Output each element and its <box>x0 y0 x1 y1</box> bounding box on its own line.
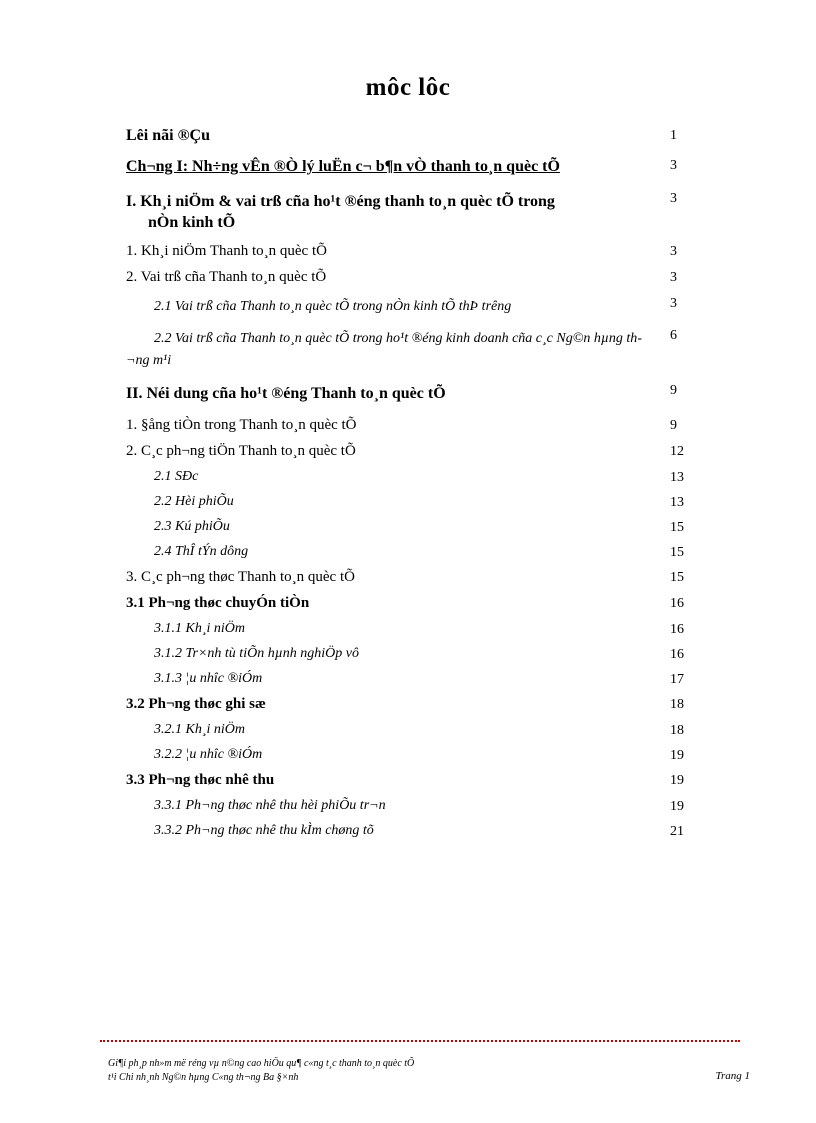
toc-entry[interactable]: 2.1 Vai trß cña Thanh to¸n quèc tÕ trong… <box>126 296 704 318</box>
toc-entry-label: Ch­¬ng I: Nh÷ng vÊn ®Ò lý luËn c¬ b¶n vÒ… <box>126 158 560 175</box>
toc-entry[interactable]: 3.2 Ph­¬ng thøc ghi sæ 18 <box>126 695 704 712</box>
table-of-contents: Lêi nãi ®Çu 1 Ch­¬ng I: Nh÷ng vÊn ®Ò lý lu… <box>126 128 704 849</box>
toc-entry-label: I. Kh¸i niÖm & vai trß cña ho¹t ®éng tha… <box>126 193 555 210</box>
toc-entry[interactable]: 2.3 Kú phiÕu 15 <box>126 518 704 535</box>
toc-entry[interactable]: 3.2.2 ¦u nh­îc ®iÓm 19 <box>126 746 704 763</box>
toc-entry-label: 1. §ång tiÒn trong Thanh to¸n quèc tÕ <box>126 416 357 433</box>
toc-entry-label: 3.1.1 Kh¸i niÖm <box>154 620 245 636</box>
toc-entry-label: 3.3.1 Ph­¬ng thøc nhê thu hèi phiÕu tr¬n <box>154 797 386 813</box>
document-page: môc lôc Lêi nãi ®Çu 1 Ch­¬ng I: Nh÷ng vÊn … <box>0 0 816 1123</box>
toc-entry[interactable]: II. Néi dung cña ho¹t ®éng Thanh to¸n qu… <box>126 383 704 406</box>
toc-entry[interactable]: I. Kh¸i niÖm & vai trß cña ho¹t ®éng tha… <box>126 191 704 232</box>
toc-entry[interactable]: 2. C¸c ph­¬ng tiÖn Thanh to¸n quèc tÕ 12 <box>126 442 704 459</box>
toc-entry-page-number: 3 <box>670 269 677 285</box>
toc-entry-label: 3.1.2 Tr×nh tù tiÕn hµnh nghiÖp vô <box>154 645 359 661</box>
toc-entry-page-number: 19 <box>670 772 684 788</box>
toc-entry-page-number: 9 <box>670 382 677 398</box>
toc-entry[interactable]: 3.1.3 ¦u nh­îc ®iÓm 17 <box>126 670 704 687</box>
toc-entry-page-number: 15 <box>670 569 684 585</box>
toc-entry[interactable]: 1. Kh¸i niÖm Thanh to¸n quèc tÕ 3 <box>126 242 704 259</box>
toc-entry-label: 3.1 Ph­¬ng thøc chuyÓn tiÒn <box>126 594 310 611</box>
footer-text: Gi¶i ph¸p nh»m më réng vµ n©ng cao hiÖu … <box>108 1057 808 1084</box>
toc-entry[interactable]: 3.1 Ph­¬ng thøc chuyÓn tiÒn 16 <box>126 594 704 611</box>
toc-entry[interactable]: 3.3.1 Ph­¬ng thøc nhê thu hèi phiÕu tr¬n… <box>126 797 704 814</box>
toc-entry-page-number: 16 <box>670 646 684 662</box>
toc-entry[interactable]: 1. §ång tiÒn trong Thanh to¸n quèc tÕ 9 <box>126 416 704 433</box>
toc-entry[interactable]: Ch­¬ng I: Nh÷ng vÊn ®Ò lý luËn c¬ b¶n vÒ… <box>126 158 704 176</box>
toc-entry-label: 2.1 SÐc <box>154 468 199 484</box>
toc-entry-page-number: 3 <box>670 158 677 173</box>
toc-entry-page-number: 18 <box>670 696 684 712</box>
toc-entry[interactable]: 3.3.2 Ph­¬ng thøc nhê thu kÌm chøng tõ 21 <box>126 822 704 839</box>
toc-entry-page-number: 18 <box>670 722 684 738</box>
toc-entry-label: 3.2.2 ¦u nh­îc ®iÓm <box>154 746 263 762</box>
toc-entry[interactable]: 3. C¸c ph­¬ng thøc Thanh to¸n quèc tÕ 15 <box>126 568 704 585</box>
toc-entry-label: 2.4 ThÎ tÝn dông <box>154 543 249 559</box>
toc-entry-page-number: 1 <box>670 128 677 143</box>
toc-entry[interactable]: 3.3 Ph­¬ng thøc nhê thu 19 <box>126 771 704 788</box>
toc-entry-page-number: 9 <box>670 417 677 433</box>
toc-entry-page-number: 15 <box>670 544 684 560</box>
toc-entry[interactable]: 2.4 ThÎ tÝn dông 15 <box>126 543 704 560</box>
footer-separator <box>100 1040 740 1042</box>
toc-entry-continuation: nÒn kinh tÕ <box>148 213 236 231</box>
toc-entry-label: 1. Kh¸i niÖm Thanh to¸n quèc tÕ <box>126 242 327 259</box>
toc-entry-label: 3.2 Ph­¬ng thøc ghi sæ <box>126 695 266 712</box>
toc-entry-page-number: 3 <box>670 295 677 311</box>
toc-entry-label: Lêi nãi ®Çu <box>126 127 210 144</box>
toc-entry-page-number: 19 <box>670 798 684 814</box>
toc-entry-page-number: 15 <box>670 519 684 535</box>
toc-entry-label: 3.3 Ph­¬ng thøc nhê thu <box>126 771 275 788</box>
toc-entry-page-number: 13 <box>670 494 684 510</box>
toc-entry-page-number: 6 <box>670 328 677 344</box>
toc-entry[interactable]: 2.1 SÐc 13 <box>126 468 704 485</box>
toc-entry[interactable]: 3.1.2 Tr×nh tù tiÕn hµnh nghiÖp vô 16 <box>126 645 704 662</box>
toc-entry-label: 2.1 Vai trß cña Thanh to¸n quèc tÕ trong… <box>154 298 512 314</box>
page-title: môc lôc <box>365 74 451 101</box>
footer-line-1: Gi¶i ph¸p nh»m më réng vµ n©ng cao hiÖu … <box>108 1058 415 1069</box>
toc-entry-label: 2. Vai trß cña Thanh to¸n quèc tÕ <box>126 268 327 285</box>
toc-entry[interactable]: 3.1.1 Kh¸i niÖm 16 <box>126 620 704 637</box>
toc-entry-page-number: 19 <box>670 747 684 763</box>
footer-page-number: Trang 1 <box>715 1070 750 1082</box>
toc-entry[interactable]: 3.2.1 Kh¸i niÖm 18 <box>126 721 704 738</box>
toc-entry-label: 3. C¸c ph­¬ng thøc Thanh to¸n quèc tÕ <box>126 568 355 585</box>
toc-entry-label: II. Néi dung cña ho¹t ®éng Thanh to¸n qu… <box>126 384 446 402</box>
toc-entry[interactable]: 2. Vai trß cña Thanh to¸n quèc tÕ 3 <box>126 268 704 285</box>
toc-entry-page-number: 12 <box>670 443 684 459</box>
footer-line-2: t¹i Chi nh¸nh Ng©n hµng C«ng th­¬ng Ba §… <box>108 1071 299 1083</box>
toc-entry-label: 3.3.2 Ph­¬ng thøc nhê thu kÌm chøng tõ <box>154 822 374 838</box>
toc-entry-label: 2. C¸c ph­¬ng tiÖn Thanh to¸n quèc tÕ <box>126 442 356 459</box>
toc-entry-page-number: 17 <box>670 671 684 687</box>
toc-entry-page-number: 16 <box>670 621 684 637</box>
toc-entry-page-number: 16 <box>670 595 684 611</box>
toc-entry-page-number: 13 <box>670 469 684 485</box>
toc-entry-label: 3.2.1 Kh¸i niÖm <box>154 721 245 737</box>
toc-entry[interactable]: 2.2 Hèi phiÕu 13 <box>126 493 704 510</box>
toc-entry-label: 2.3 Kú phiÕu <box>154 518 230 534</box>
toc-entry[interactable]: 2.2 Vai trß cña Thanh to¸n quèc tÕ trong… <box>126 328 704 371</box>
toc-entry-page-number: 3 <box>670 191 677 206</box>
toc-entry-label: 2.2 Hèi phiÕu <box>154 493 234 509</box>
toc-entry-page-number: 3 <box>670 243 677 259</box>
toc-entry[interactable]: Lêi nãi ®Çu 1 <box>126 128 704 144</box>
toc-entry-label: 3.1.3 ¦u nh­îc ®iÓm <box>154 670 263 686</box>
toc-entry-label: 2.2 Vai trß cña Thanh to¸n quèc tÕ trong… <box>126 331 642 369</box>
toc-entry-page-number: 21 <box>670 823 684 839</box>
